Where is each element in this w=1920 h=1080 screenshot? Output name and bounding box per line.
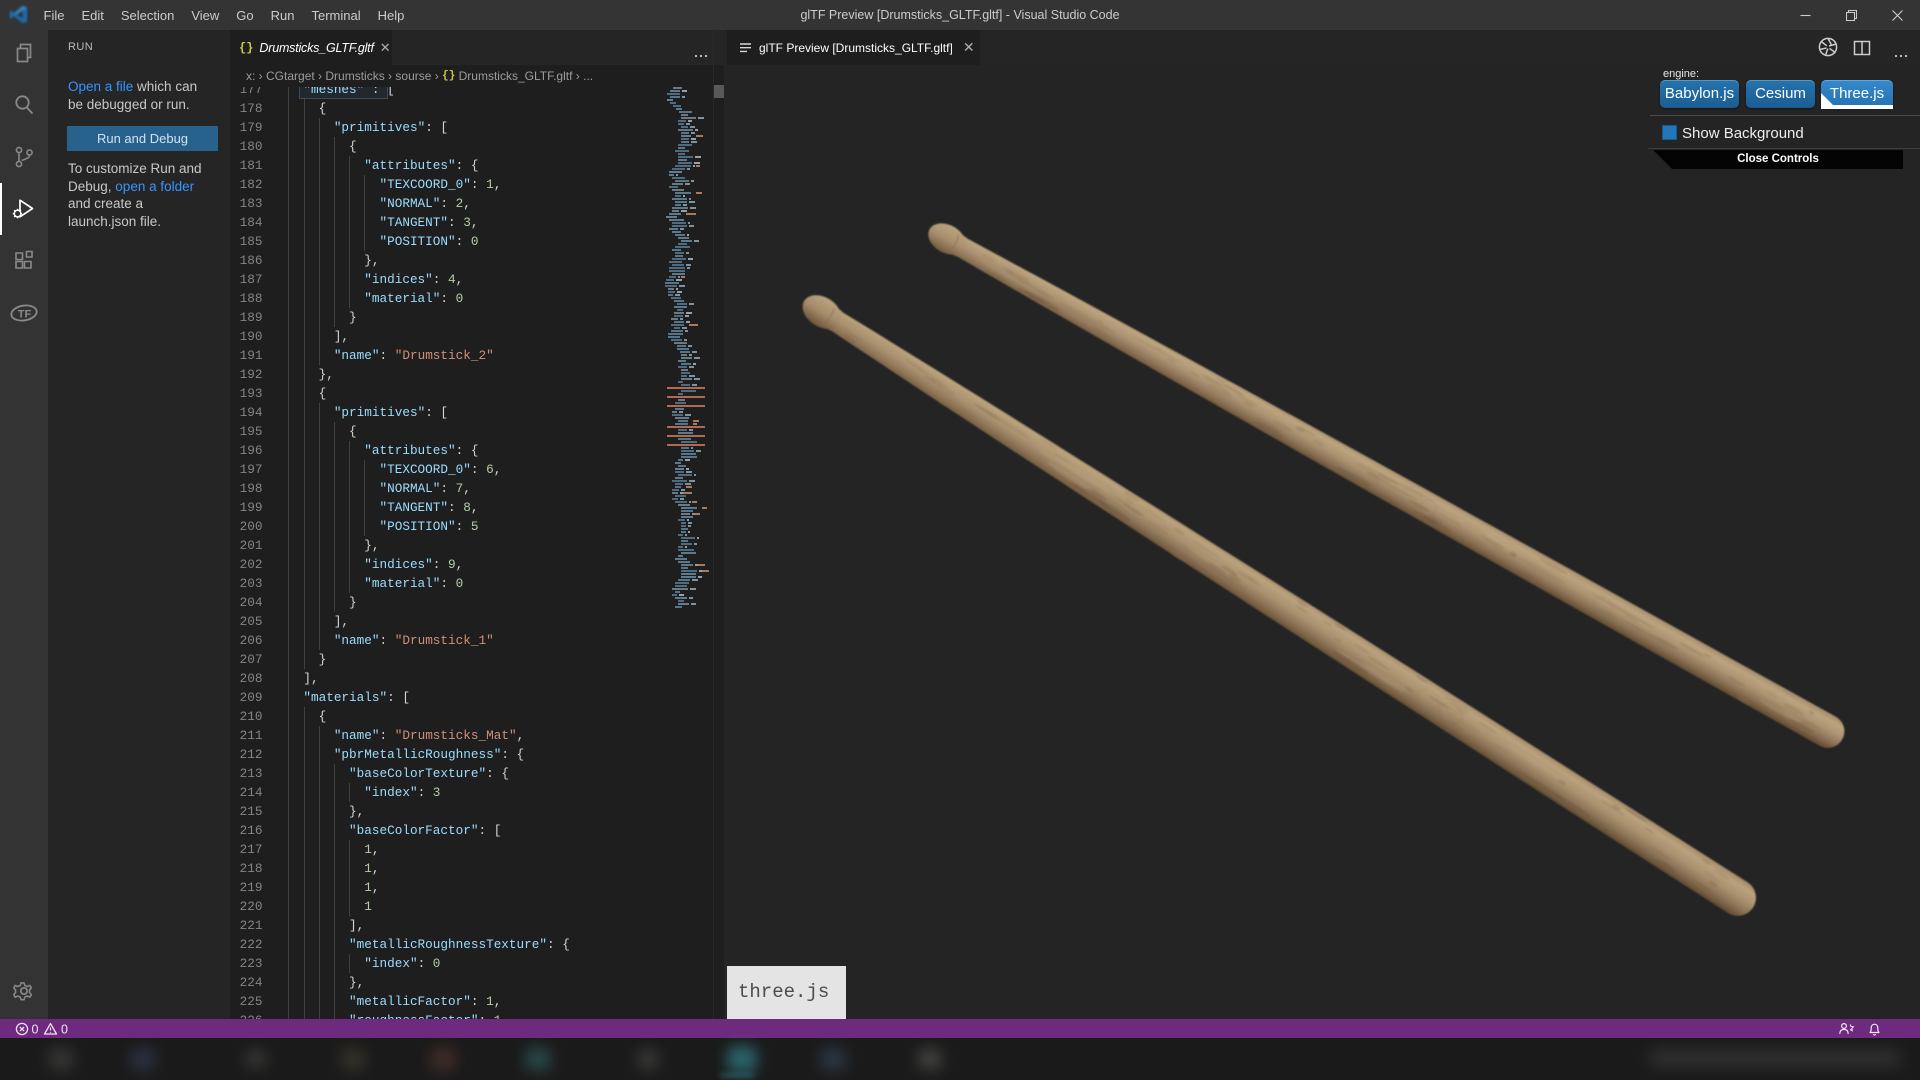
svg-text:0: 0 bbox=[61, 1022, 68, 1036]
svg-text:0: 0 bbox=[32, 1022, 39, 1036]
svg-text:TF: TF bbox=[18, 308, 32, 320]
